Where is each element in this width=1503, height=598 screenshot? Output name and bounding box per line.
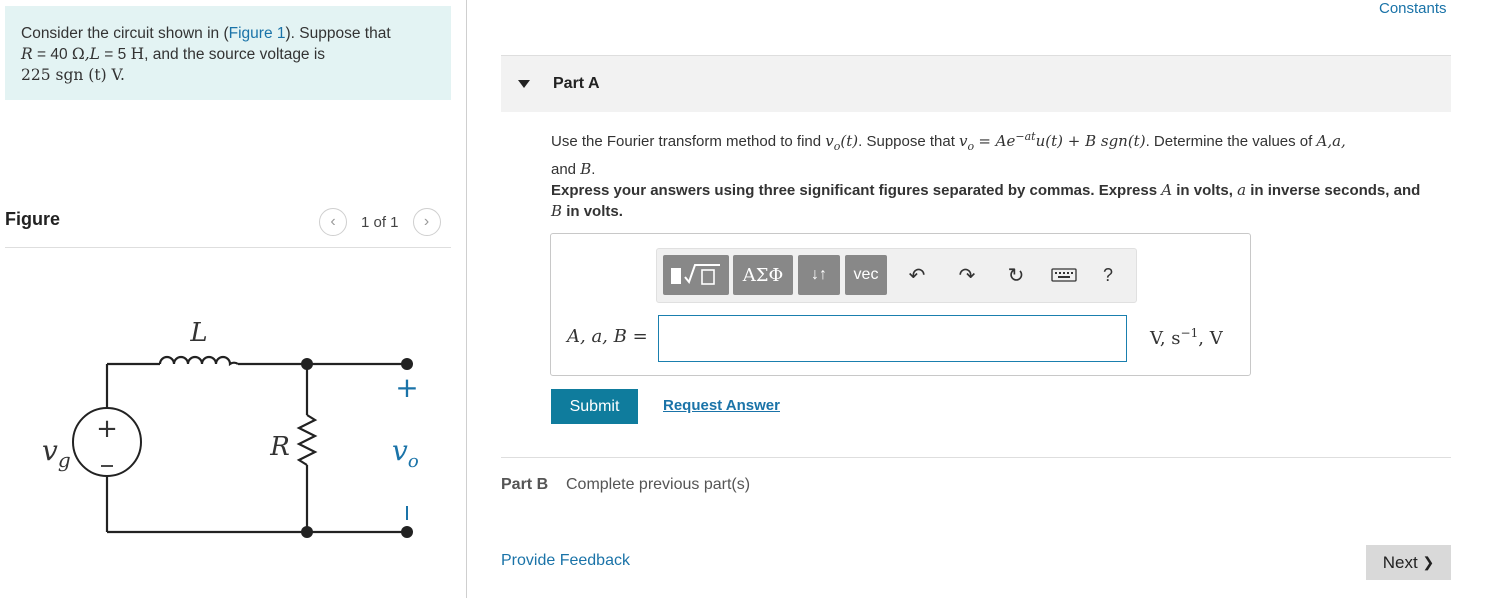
terminal-dot bbox=[401, 526, 413, 538]
inductor-label: L bbox=[189, 318, 207, 348]
figure-heading: Figure bbox=[5, 209, 61, 229]
ohm-unit: Ω bbox=[71, 45, 85, 63]
greek-symbols-button[interactable]: ΑΣΦ bbox=[733, 255, 793, 295]
submit-button[interactable]: Submit bbox=[551, 389, 638, 424]
instruction-text: Use the Fourier transform method to find bbox=[551, 133, 826, 150]
figure-navigation: ‹ 1 of 1 › bbox=[319, 208, 441, 236]
part-a-header[interactable]: Part A bbox=[501, 56, 1451, 112]
templates-button[interactable] bbox=[663, 255, 729, 295]
b-symbol: B bbox=[551, 202, 563, 220]
keyboard-icon[interactable] bbox=[1049, 257, 1079, 293]
l-value: = 5 bbox=[99, 46, 131, 63]
equation: = Ae−atu(t) + B sgn(t) bbox=[978, 130, 1146, 150]
part-b-status: Complete previous part(s) bbox=[566, 476, 751, 493]
resistor-label: R bbox=[269, 432, 290, 462]
figure-link[interactable]: Figure 1 bbox=[229, 25, 286, 42]
answer-units: V, s−1, V bbox=[1150, 326, 1223, 349]
undo-icon[interactable]: ↶ bbox=[902, 257, 932, 293]
problem-text: Consider the circuit shown in ( bbox=[21, 25, 229, 42]
vector-button[interactable]: vec bbox=[845, 255, 887, 295]
next-label: Next bbox=[1382, 552, 1418, 572]
instruction-text: . Determine the values of bbox=[1145, 133, 1317, 150]
l-symbol: ,L bbox=[84, 45, 100, 63]
next-button[interactable]: Next ❯ bbox=[1366, 545, 1451, 580]
node-dot bbox=[301, 358, 313, 370]
answer-input[interactable] bbox=[658, 315, 1127, 362]
problem-statement: Consider the circuit shown in (Figure 1)… bbox=[5, 6, 451, 100]
help-icon[interactable]: ? bbox=[1093, 257, 1123, 293]
column-divider bbox=[466, 0, 467, 598]
vo-symbol: vo bbox=[825, 132, 841, 153]
arrows-button[interactable]: ↓↑ bbox=[798, 255, 840, 295]
t-symbol: (t) bbox=[840, 132, 859, 150]
variables: A,a, bbox=[1316, 132, 1346, 150]
part-a-instruction: Use the Fourier transform method to find… bbox=[551, 125, 1446, 181]
terminal-dot bbox=[401, 358, 413, 370]
circuit-diagram: + + L R vg vo bbox=[42, 318, 419, 538]
source-label: vg bbox=[42, 434, 71, 472]
constants-link[interactable]: Constants bbox=[1379, 0, 1447, 17]
figure-next-button[interactable]: › bbox=[412, 208, 441, 236]
figure-counter: 1 of 1 bbox=[361, 213, 399, 231]
math-toolbar: ΑΣΦ ↓↑ vec ↶ ↷ ↻ ? bbox=[656, 248, 1137, 303]
chevron-right-icon: › bbox=[423, 213, 430, 230]
answer-label: A, a, B = bbox=[567, 326, 648, 347]
answer-panel: ΑΣΦ ↓↑ vec ↶ ↷ ↻ ? A, a, B = V, s−1, V bbox=[550, 233, 1251, 376]
request-answer-link[interactable]: Request Answer bbox=[663, 397, 780, 414]
sqrt-template-icon bbox=[671, 264, 720, 285]
node-dot bbox=[301, 526, 313, 538]
b-symbol: B bbox=[580, 160, 592, 178]
problem-line-2: R = 40 Ω,L = 5 H, and the source voltage… bbox=[21, 44, 435, 65]
part-a-title: Part A bbox=[553, 75, 600, 92]
instruction-text: . Suppose that bbox=[858, 133, 960, 150]
problem-text: , and the source voltage is bbox=[144, 46, 326, 63]
instruction-text: and bbox=[551, 161, 581, 178]
part-b-title: Part B bbox=[501, 476, 549, 493]
vo-symbol: vo bbox=[959, 132, 975, 153]
alpha-symbol: a bbox=[1237, 181, 1247, 199]
source-plus: + bbox=[96, 414, 118, 444]
r-value: = 40 bbox=[32, 46, 72, 63]
answer-format-instruction: Express your answers using three signifi… bbox=[551, 181, 1421, 220]
figure-prev-button[interactable]: ‹ bbox=[319, 208, 347, 236]
a-symbol: A bbox=[1161, 181, 1173, 199]
output-plus: + bbox=[395, 371, 418, 404]
r-symbol: R bbox=[21, 45, 33, 63]
henry-unit: H bbox=[130, 45, 145, 63]
figure-divider bbox=[5, 247, 451, 248]
source-voltage: 225 sgn (t) V. bbox=[21, 66, 125, 84]
chevron-right-icon: ❯ bbox=[1422, 554, 1435, 570]
section-divider bbox=[501, 457, 1451, 458]
output-label: vo bbox=[392, 434, 419, 472]
problem-line-1: Consider the circuit shown in (Figure 1)… bbox=[21, 24, 435, 44]
problem-text: ). Suppose that bbox=[285, 25, 391, 42]
chevron-left-icon: ‹ bbox=[330, 213, 336, 230]
provide-feedback-link[interactable]: Provide Feedback bbox=[501, 552, 630, 570]
instruction-text: . bbox=[591, 161, 596, 178]
collapse-arrow-icon[interactable] bbox=[518, 80, 530, 88]
redo-icon[interactable]: ↷ bbox=[952, 257, 982, 293]
reset-icon[interactable]: ↻ bbox=[1001, 257, 1031, 293]
